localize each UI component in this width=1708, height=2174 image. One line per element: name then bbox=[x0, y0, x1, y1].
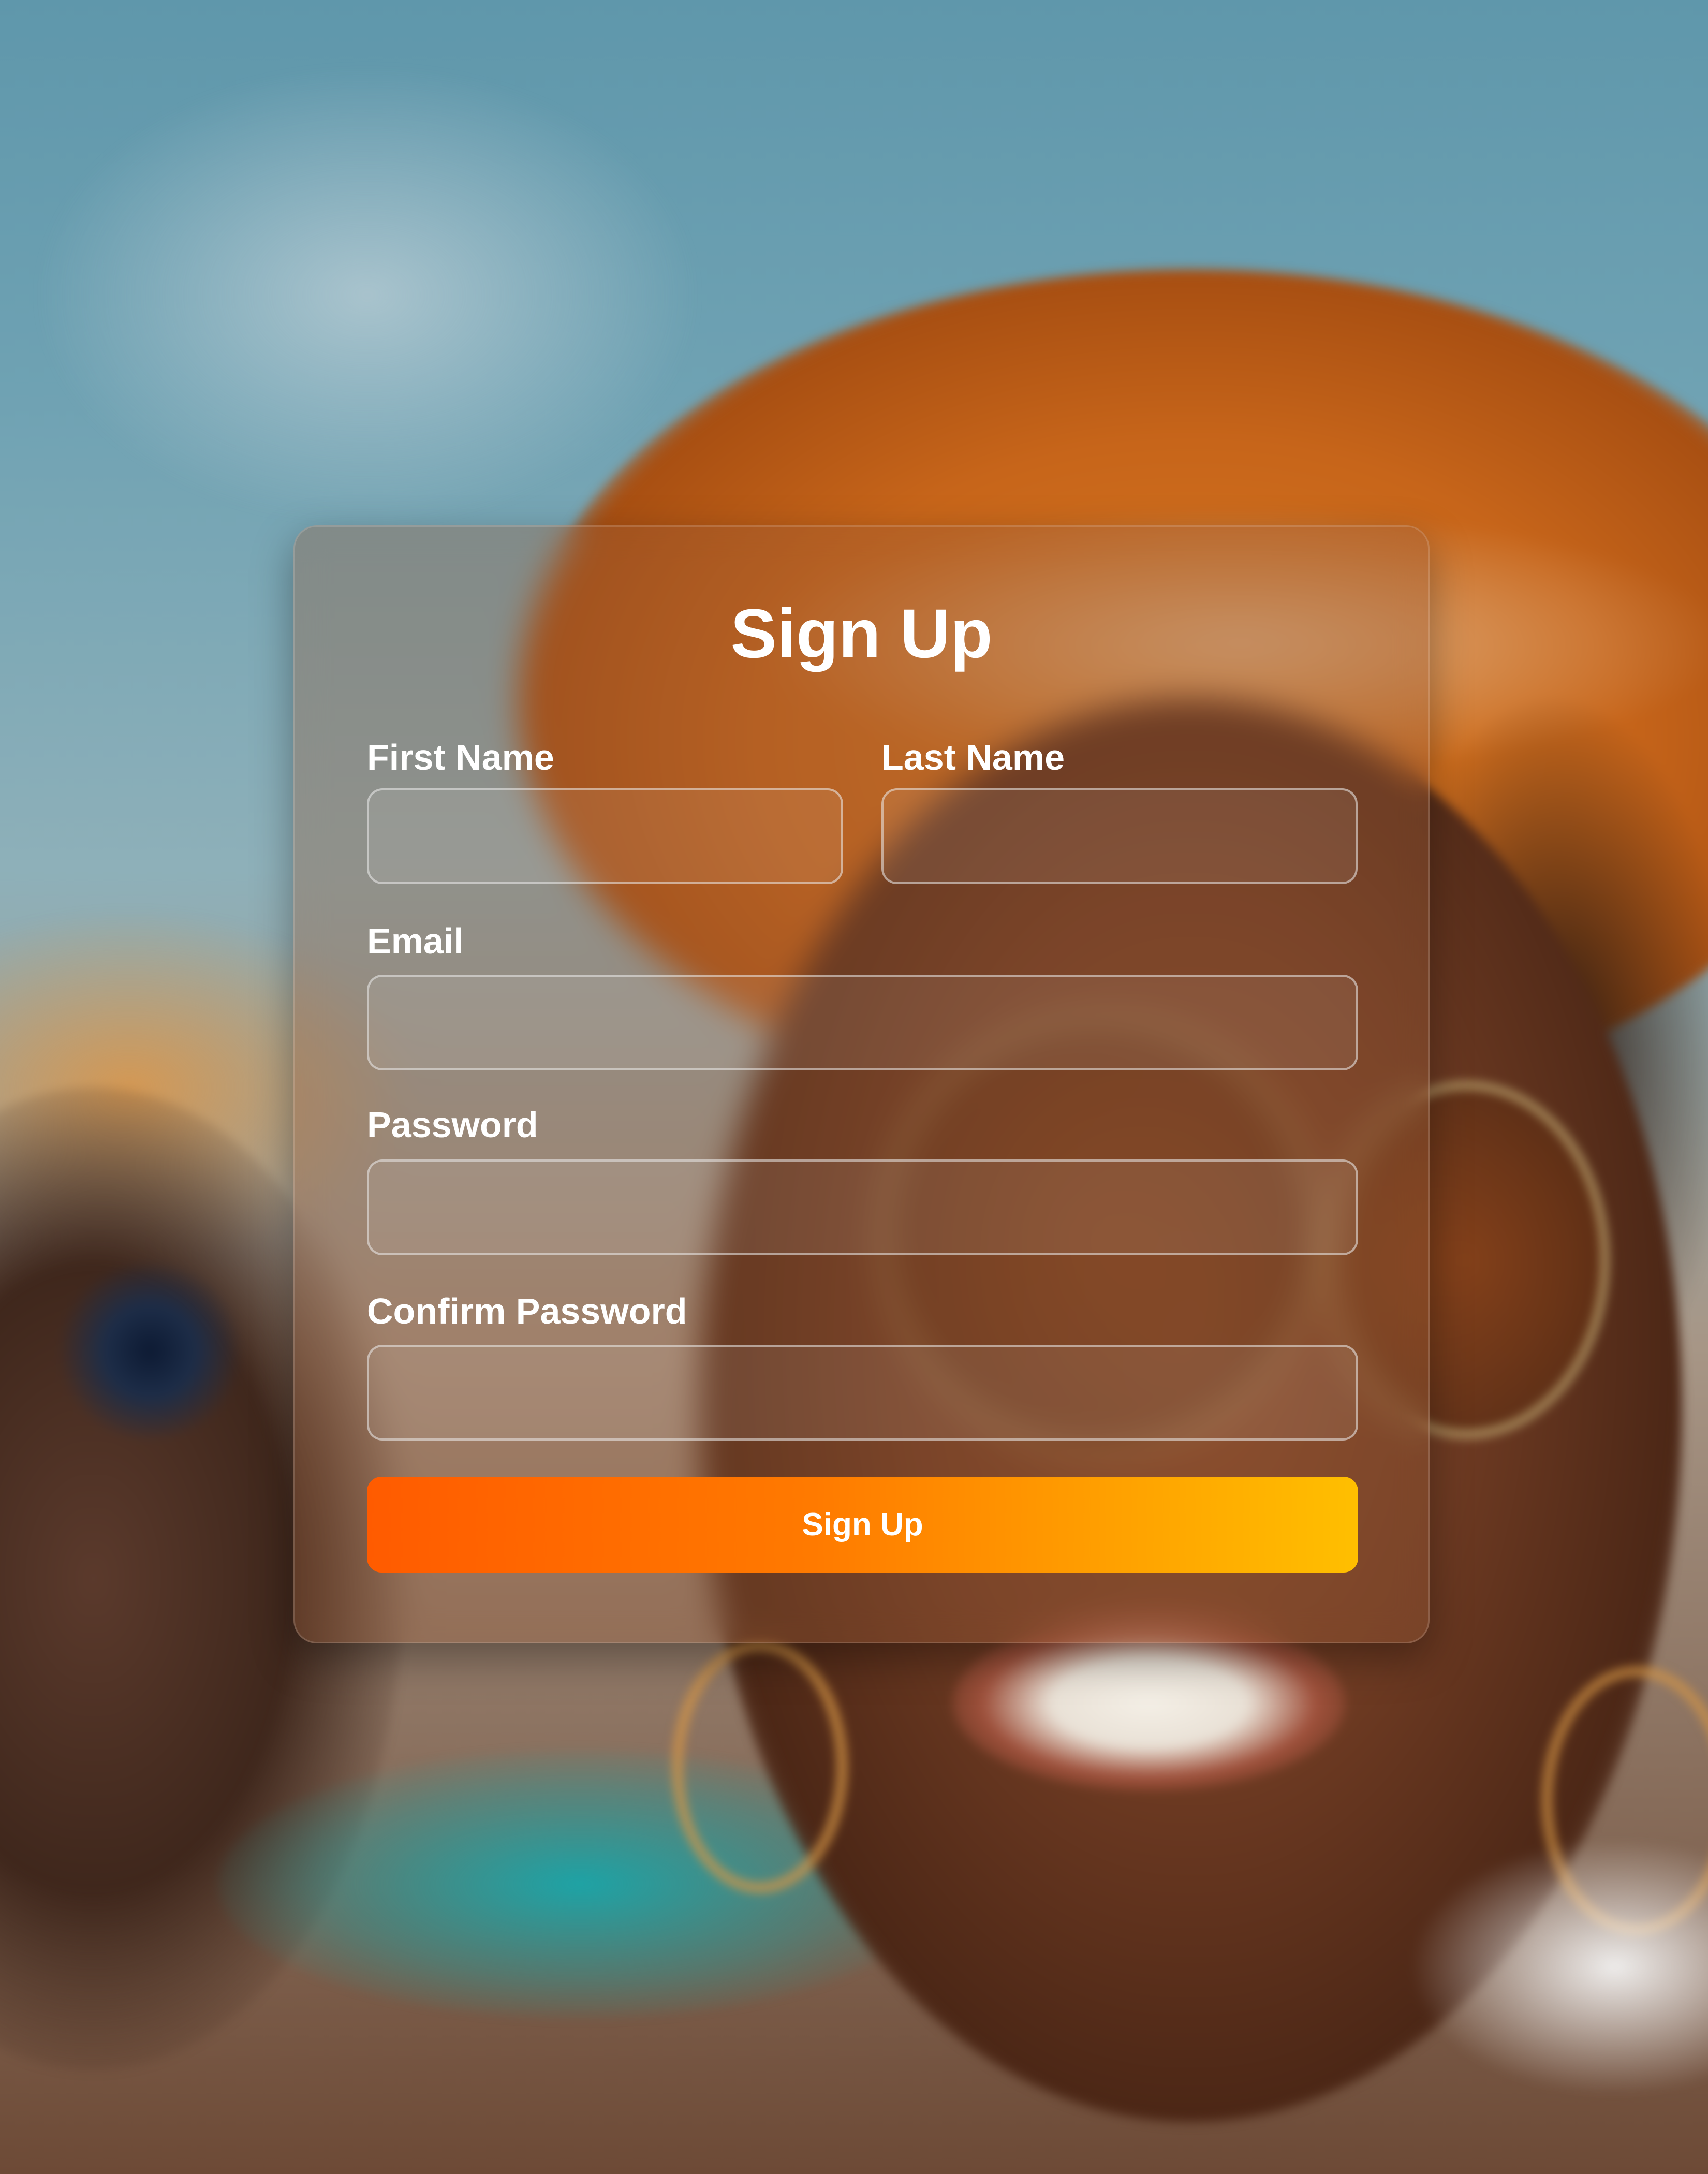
sign-up-button[interactable]: Sign Up bbox=[367, 1477, 1358, 1573]
last-name-input[interactable] bbox=[881, 788, 1358, 884]
form-title: Sign Up bbox=[730, 595, 993, 672]
email-label: Email bbox=[367, 921, 464, 961]
first-name-label: First Name bbox=[367, 737, 554, 777]
password-input[interactable] bbox=[367, 1159, 1358, 1255]
confirm-password-label: Confirm Password bbox=[367, 1291, 687, 1331]
last-name-label: Last Name bbox=[881, 737, 1065, 777]
signup-card: Sign Up First Name Last Name Email Passw… bbox=[293, 525, 1430, 1643]
first-name-input[interactable] bbox=[367, 788, 843, 884]
password-label: Password bbox=[367, 1105, 538, 1145]
email-input[interactable] bbox=[367, 975, 1358, 1070]
confirm-password-input[interactable] bbox=[367, 1345, 1358, 1441]
